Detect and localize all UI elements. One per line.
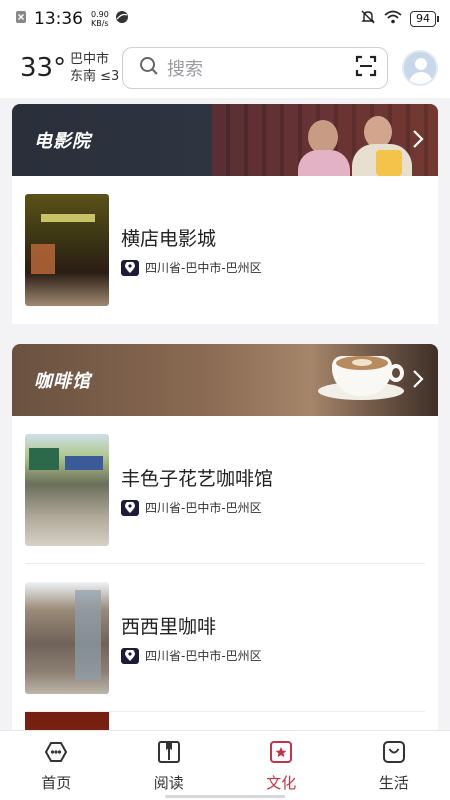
tab-label: 文化 [266,774,297,792]
wifi-icon [384,9,402,29]
weather-city: 巴中市 [70,52,110,67]
culture-star-icon [267,739,295,769]
tab-label: 生活 [378,774,409,792]
tab-reading[interactable]: 阅读 [113,731,226,800]
chevron-right-icon [412,128,424,154]
sim-off-icon [14,9,28,29]
venue-name: 西西里咖啡 [121,616,217,638]
life-bag-icon [380,739,408,769]
header: 33° 巴中市 东南 ≤3 搜索 [0,38,450,98]
section-banner-coffee[interactable]: 咖啡馆 [12,344,438,416]
list-item[interactable]: 横店电影城 四川省-巴中市-巴州区 [12,176,438,324]
venue-photo [25,582,109,694]
venue-address: 四川省-巴中市-巴州区 [121,647,262,664]
book-icon [155,739,183,769]
venue-name: 横店电影城 [121,228,217,250]
tab-label: 首页 [41,774,72,792]
net-speed: 0.90 KB/s [91,10,109,28]
avatar-icon[interactable] [402,50,438,86]
search-placeholder: 搜索 [167,59,203,80]
chevron-right-icon [412,368,424,394]
battery-icon: 94 [410,11,439,27]
location-pin-icon [121,499,139,516]
venue-name: 丰色子花艺咖啡馆 [121,468,274,490]
section-title: 电影院 [34,131,91,152]
tab-home[interactable]: 首页 [0,731,113,800]
tab-life[interactable]: 生活 [338,731,450,800]
search-input[interactable]: 搜索 [122,47,388,89]
location-pin-icon [121,647,139,664]
weather-wind: 东南 ≤3 [70,69,120,84]
browser-icon [115,9,129,29]
mute-icon [360,9,376,30]
status-bar: 13:36 0.90 KB/s 94 [0,0,450,38]
search-icon [139,56,159,80]
venue-address: 四川省-巴中市-巴州区 [121,499,273,516]
culture-list: 电影院 横店电影城 四川省-巴中市-巴州区 咖啡馆 丰色子花艺咖啡馆 四川省-巴… [12,104,438,748]
tab-culture[interactable]: 文化 [225,731,338,800]
home-icon [42,739,70,769]
scan-icon[interactable] [355,55,377,81]
tab-label: 阅读 [153,774,184,792]
section-title: 咖啡馆 [34,371,91,392]
list-item[interactable]: 西西里咖啡 四川省-巴中市-巴州区 [12,564,438,712]
section-banner-cinema[interactable]: 电影院 [12,104,438,176]
bottom-tab-bar: 首页 阅读 文化 生活 [0,730,450,800]
status-time: 13:36 [34,9,83,29]
venue-address: 四川省-巴中市-巴州区 [121,259,262,276]
venue-photo [25,194,109,306]
weather-location[interactable]: 巴中市 东南 ≤3 [70,51,122,85]
weather-temperature[interactable]: 33° [20,53,66,83]
list-item[interactable]: 丰色子花艺咖啡馆 四川省-巴中市-巴州区 [12,416,438,564]
home-indicator [165,795,285,798]
location-pin-icon [121,259,139,276]
venue-photo [25,434,109,546]
